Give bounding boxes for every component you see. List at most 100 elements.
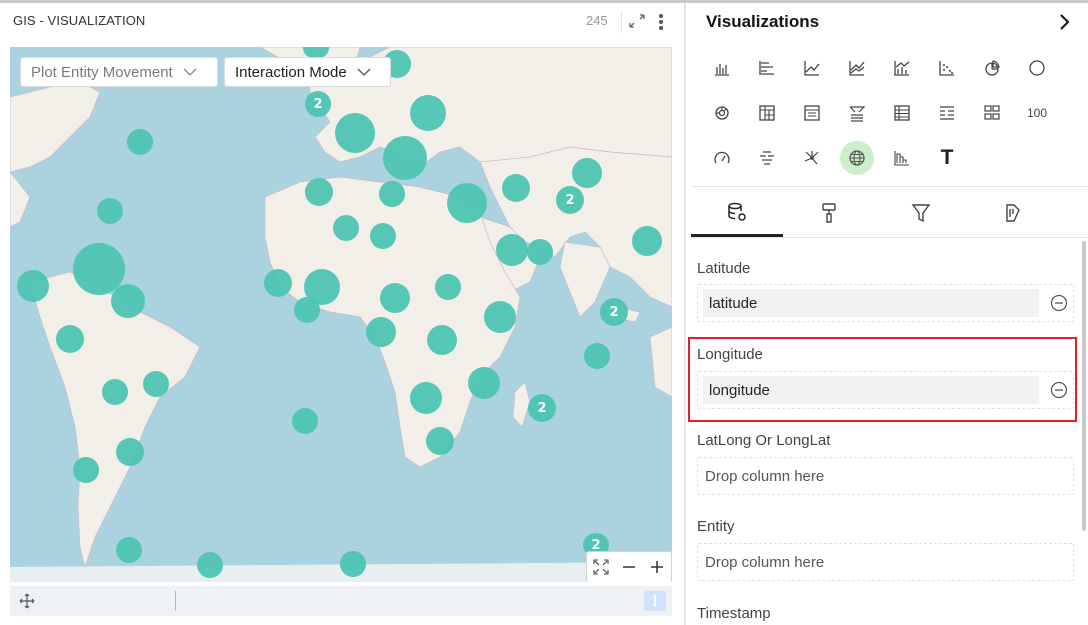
map-cluster[interactable] [17,270,49,302]
map-cluster[interactable] [632,226,662,256]
timeline-toggle-button[interactable] [644,591,666,611]
map-cluster[interactable] [116,438,144,466]
footer-divider [175,591,176,611]
sunburst-icon[interactable] [705,96,739,130]
map-cluster[interactable] [426,427,454,455]
map-cluster[interactable] [305,178,333,206]
plot-entity-movement-dropdown[interactable]: Plot Entity Movement [20,57,218,87]
scrollbar[interactable] [1082,241,1086,531]
table-icon[interactable] [795,96,829,130]
map-cluster[interactable] [97,198,123,224]
panel-divider[interactable] [684,3,686,625]
map-cluster[interactable] [333,215,359,241]
map-cluster[interactable] [197,552,223,578]
interaction-mode-dropdown[interactable]: Interaction Mode [224,57,391,87]
fit-to-screen-icon[interactable] [590,556,612,578]
map-cluster[interactable] [264,269,292,297]
zoom-out-button[interactable] [618,556,640,578]
histogram-icon[interactable] [885,141,919,175]
map-cluster[interactable] [502,174,530,202]
detail-list-icon[interactable] [930,96,964,130]
record-count: 245 [586,13,608,28]
move-icon[interactable] [18,592,36,610]
map-cluster[interactable]: 2 [556,186,584,214]
paint-roller-icon [822,203,836,223]
chevron-down-icon [183,68,197,76]
analytics-tab[interactable] [967,189,1059,237]
map-cluster[interactable] [366,317,396,347]
map-cluster[interactable] [370,223,396,249]
map-cluster[interactable] [379,181,405,207]
text-icon[interactable]: T [930,141,964,175]
donut-chart-icon[interactable] [1020,51,1054,85]
map-cluster[interactable] [116,537,142,563]
longitude-drop-zone[interactable]: longitude [697,371,1074,409]
combo-chart-icon[interactable] [885,51,919,85]
map-cluster[interactable] [143,371,169,397]
text-label: T [940,146,954,169]
latitude-drop-zone[interactable]: latitude [697,284,1074,322]
latitude-column-chip[interactable]: latitude [703,289,1039,317]
format-tab[interactable] [783,189,875,237]
zoom-controls [586,551,672,582]
map-cluster[interactable] [340,551,366,577]
chevron-down-icon [357,68,371,76]
latlong-drop-zone[interactable]: Drop column here [697,457,1074,495]
map-cluster[interactable] [427,325,457,355]
kpi-number-icon[interactable]: 100 [1020,96,1054,130]
network-graph-icon[interactable] [795,141,829,175]
expand-icon[interactable] [628,13,646,29]
map-cluster[interactable]: 2 [528,394,556,422]
geo-map-icon[interactable] [840,141,874,175]
map-cluster[interactable] [73,457,99,483]
map-cluster[interactable] [292,408,318,434]
area-chart-icon[interactable] [840,51,874,85]
pie-chart-icon[interactable] [975,51,1009,85]
cluster-count: 2 [565,192,575,208]
map-cluster[interactable] [435,274,461,300]
gauge-icon[interactable] [705,141,739,175]
map-cluster[interactable] [294,297,320,323]
pivot-table-icon[interactable] [750,96,784,130]
cluster-count: 2 [313,96,323,112]
filter-tab[interactable] [875,189,967,237]
map-cluster[interactable] [447,183,487,223]
list-table-icon[interactable] [885,96,919,130]
map-cluster[interactable] [380,283,410,313]
data-tab[interactable] [691,189,783,237]
map-cluster[interactable] [383,136,427,180]
map-cluster[interactable] [410,382,442,414]
entity-drop-zone[interactable]: Drop column here [697,543,1074,581]
longitude-column-chip[interactable]: longitude [703,376,1039,404]
chevron-right-icon[interactable] [1057,13,1071,31]
map-cluster[interactable] [527,239,553,265]
zoom-in-button[interactable] [646,556,668,578]
filter-table-icon[interactable] [840,96,874,130]
cluster-count: 2 [537,400,547,416]
line-chart-icon[interactable] [795,51,829,85]
map-cluster[interactable] [572,158,602,188]
map-cluster[interactable] [56,325,84,353]
bar-chart-icon[interactable] [750,51,784,85]
map-cluster[interactable] [484,301,516,333]
remove-circle-icon[interactable] [1050,381,1068,399]
remove-circle-icon[interactable] [1050,294,1068,312]
map-cluster[interactable] [102,379,128,405]
map-cluster[interactable] [584,343,610,369]
world-map[interactable]: 2 2 2 2 2 Plot Entity Movement Interacti… [10,47,672,582]
map-cluster[interactable]: 2 [305,91,331,117]
column-chart-icon[interactable] [705,51,739,85]
map-cluster[interactable] [496,234,528,266]
grid-icon[interactable] [975,96,1009,130]
map-cluster[interactable] [127,129,153,155]
map-cluster[interactable]: 2 [600,298,628,326]
word-cloud-icon[interactable] [750,141,784,175]
scatter-chart-icon[interactable] [930,51,964,85]
map-cluster[interactable] [468,367,500,399]
map-cluster[interactable] [335,113,375,153]
visualizations-panel: Visualizations 100 T Latitude latitude L… [687,3,1088,625]
map-cluster[interactable] [410,95,446,131]
timestamp-label: Timestamp [697,605,771,622]
more-options-icon[interactable] [654,12,668,32]
map-cluster[interactable] [111,284,145,318]
